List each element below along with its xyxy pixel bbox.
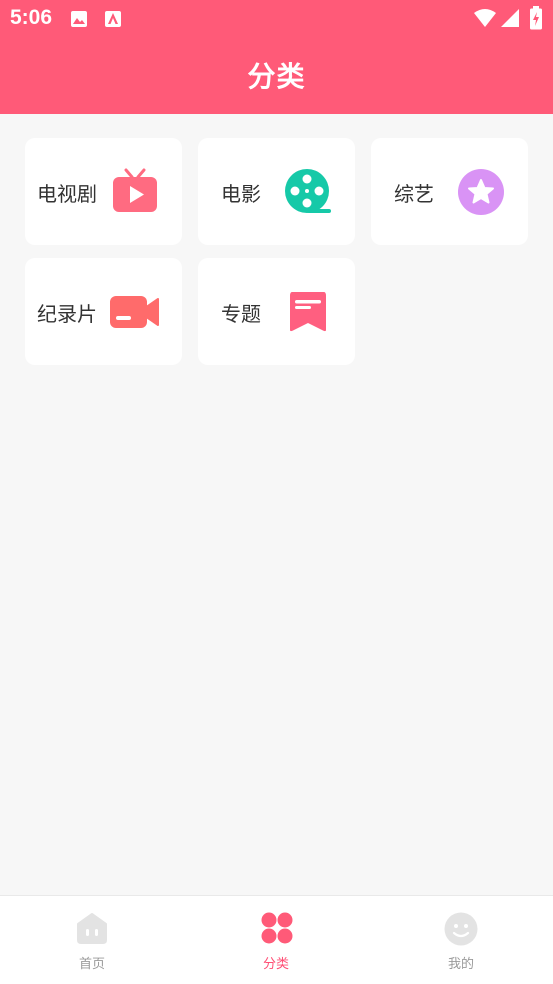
bookmark-icon xyxy=(288,290,328,338)
image-notification-icon xyxy=(70,10,88,32)
film-reel-icon xyxy=(285,169,331,219)
nav-item-profile[interactable]: 我的 xyxy=(369,896,553,984)
category-label: 综艺 xyxy=(394,182,434,206)
cell-signal-icon xyxy=(500,8,520,32)
bottom-navigation: 首页 分类 我的 xyxy=(0,895,553,984)
battery-icon xyxy=(529,6,543,34)
star-icon xyxy=(458,169,504,219)
app-notification-icon xyxy=(104,10,122,32)
status-bar: 5:06 xyxy=(0,0,553,38)
profile-face-icon xyxy=(444,912,478,950)
nav-item-home[interactable]: 首页 xyxy=(0,896,184,984)
wifi-icon xyxy=(473,8,497,32)
category-card-variety[interactable]: 综艺 xyxy=(371,138,528,245)
nav-item-category[interactable]: 分类 xyxy=(184,896,368,984)
category-label: 纪录片 xyxy=(37,302,97,326)
home-icon xyxy=(76,912,108,948)
category-label: 专题 xyxy=(221,302,261,326)
nav-label: 我的 xyxy=(447,957,474,972)
category-grid-icon xyxy=(261,912,293,948)
nav-label: 首页 xyxy=(78,957,105,972)
nav-label: 分类 xyxy=(262,957,289,972)
category-card-special-topic[interactable]: 专题 xyxy=(198,258,355,365)
tv-icon xyxy=(111,167,159,219)
category-card-tv-series[interactable]: 电视剧 xyxy=(25,138,182,245)
category-label: 电影 xyxy=(221,182,261,206)
page-title: 分类 xyxy=(247,60,306,93)
video-camera-icon xyxy=(110,295,160,335)
category-card-documentary[interactable]: 纪录片 xyxy=(25,258,182,365)
category-label: 电视剧 xyxy=(37,182,97,206)
header-bar: 5:06 分类 xyxy=(0,0,553,114)
category-card-movie[interactable]: 电影 xyxy=(198,138,355,245)
status-time: 5:06 xyxy=(10,6,53,29)
